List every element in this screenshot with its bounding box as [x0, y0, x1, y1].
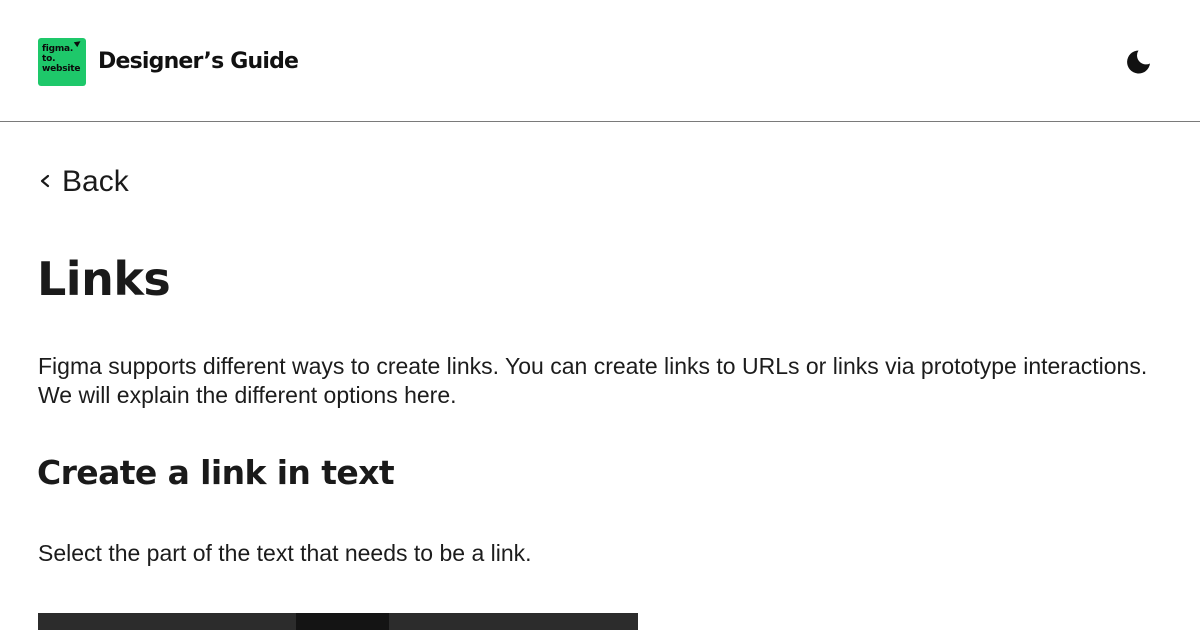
chevron-left-icon — [38, 162, 54, 202]
back-link-label: Back — [62, 165, 129, 198]
page-title: Links — [37, 252, 171, 306]
back-link[interactable]: Back — [38, 162, 129, 202]
logo-line-2: to. — [42, 54, 56, 64]
moon-icon — [1127, 50, 1150, 74]
section-title: Create a link in text — [37, 453, 395, 492]
instruction-paragraph: Select the part of the text that needs t… — [38, 540, 532, 566]
screenshot-highlighted-tab — [296, 613, 389, 630]
dark-mode-toggle-button[interactable] — [1122, 46, 1154, 78]
logo-line-3: website — [42, 64, 81, 74]
site-header: figma. to. website Designer’s Guide — [0, 0, 1200, 122]
figma-screenshot-image — [38, 613, 638, 630]
site-title[interactable]: Designer’s Guide — [98, 46, 299, 78]
intro-paragraph: Figma supports different ways to create … — [38, 353, 1148, 408]
figma-to-website-logo[interactable]: figma. to. website — [38, 38, 86, 86]
